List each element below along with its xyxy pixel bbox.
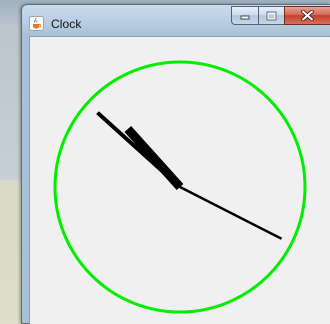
second-hand [179, 185, 283, 240]
minimize-icon [240, 15, 250, 19]
close-button[interactable] [284, 6, 330, 25]
title-bar[interactable]: Clock [22, 5, 330, 37]
minute-hand [96, 111, 182, 189]
clock-panel [29, 36, 330, 324]
maximize-button[interactable] [258, 6, 284, 25]
maximize-icon [266, 11, 277, 20]
minimize-button[interactable] [231, 6, 258, 25]
java-cup-icon [29, 16, 44, 31]
clock-window: Clock [21, 4, 330, 324]
window-title: Clock [51, 17, 82, 31]
clock-face [53, 60, 307, 314]
close-icon [301, 10, 314, 21]
